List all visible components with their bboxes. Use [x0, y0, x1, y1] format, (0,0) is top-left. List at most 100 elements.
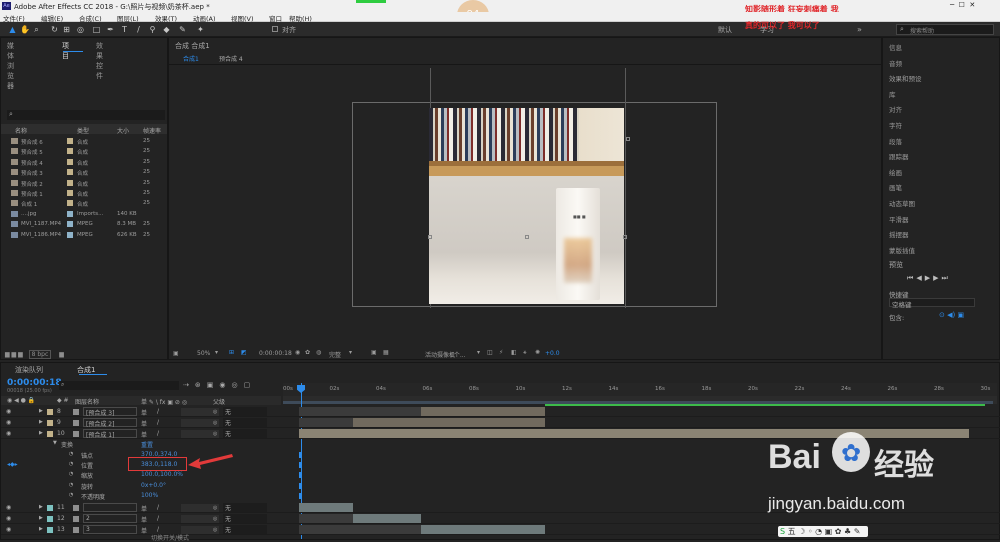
- first-frame-icon[interactable]: ⏮: [907, 274, 916, 282]
- layer-name[interactable]: [预合成 3]: [83, 407, 137, 417]
- quality-switch-icon[interactable]: /: [157, 430, 159, 437]
- frame-blend-icon[interactable]: ◉: [219, 381, 231, 389]
- right-panel-item-10[interactable]: 动态草图: [889, 198, 915, 208]
- stopwatch-icon[interactable]: ◔: [69, 461, 73, 467]
- layer-name[interactable]: [预合成 1]: [83, 429, 137, 439]
- clone-tool-icon[interactable]: ⚲: [148, 25, 157, 34]
- expand-icon[interactable]: ▶: [39, 526, 43, 532]
- eye-icon[interactable]: ◉: [6, 515, 11, 522]
- photo-layer[interactable]: ■■ ■: [429, 108, 624, 304]
- timeline-layer-row[interactable]: ◉ ▶ 8 [预合成 3] 单 / ◎ 无: [1, 407, 1000, 417]
- layer-duration-bar[interactable]: [353, 418, 545, 427]
- magnifier-icon[interactable]: ▣: [173, 350, 179, 357]
- layer-duration-bar[interactable]: [421, 407, 545, 416]
- graph-editor-icon[interactable]: ▢: [244, 381, 257, 389]
- eye-icon[interactable]: ◉: [6, 504, 11, 511]
- project-tab-2[interactable]: 效果控件: [96, 41, 103, 81]
- collapse-switch-icon[interactable]: 单: [141, 526, 147, 535]
- label-swatch[interactable]: [47, 420, 53, 426]
- last-frame-icon[interactable]: ⏭: [941, 274, 950, 282]
- project-item[interactable]: 预合成 6 合成 25: [1, 136, 167, 146]
- col-name[interactable]: 名称: [15, 126, 27, 135]
- label-swatch[interactable]: [67, 221, 73, 228]
- play-icon[interactable]: ▶: [925, 274, 933, 282]
- collapse-switch-icon[interactable]: 单: [141, 419, 147, 428]
- pickwhip-icon[interactable]: ◎: [213, 420, 217, 426]
- pickwhip-icon[interactable]: ◎: [213, 527, 217, 533]
- label-swatch[interactable]: [67, 169, 73, 176]
- label-swatch[interactable]: [67, 138, 73, 144]
- toggle-switches-modes[interactable]: 切换开关/模式: [151, 533, 189, 542]
- mask-tool-icon[interactable]: □: [92, 25, 101, 34]
- eye-icon[interactable]: ◉: [6, 526, 11, 533]
- label-swatch[interactable]: [67, 190, 73, 196]
- layer-name[interactable]: [83, 503, 137, 512]
- handle-ml[interactable]: [428, 235, 432, 239]
- expand-icon[interactable]: ▶: [39, 430, 43, 436]
- dropdown-icon[interactable]: ▾: [215, 349, 218, 356]
- pickwhip-icon[interactable]: ◎: [213, 409, 217, 415]
- audio-icon[interactable]: ◀): [947, 311, 955, 319]
- new-folder-icon[interactable]: ▆: [5, 351, 10, 358]
- property-value[interactable]: 100.0,100.0%: [141, 471, 183, 478]
- roi-icon[interactable]: ▣: [371, 349, 377, 356]
- anchor-point[interactable]: [525, 235, 529, 239]
- time-display[interactable]: 0:00:00:18: [259, 350, 292, 357]
- right-panel-item-1[interactable]: 音频: [889, 58, 902, 68]
- collapse-switch-icon[interactable]: 单: [141, 408, 147, 417]
- project-item[interactable]: 预合成 1 合成 25: [1, 188, 167, 198]
- label-swatch[interactable]: [67, 179, 73, 186]
- work-area[interactable]: [283, 396, 997, 404]
- comp-flow-icon[interactable]: ⇢: [183, 381, 195, 389]
- exposure-icon[interactable]: ✺: [535, 349, 540, 356]
- timecode[interactable]: 0:00:00:18: [7, 378, 62, 388]
- hand-tool-icon[interactable]: ✋: [20, 25, 30, 34]
- project-item[interactable]: 预合成 5 合成 25: [1, 146, 167, 156]
- views-select[interactable]: 1个...: [450, 350, 466, 359]
- rotate-tool-icon[interactable]: ↻: [50, 25, 59, 34]
- right-panel-item-0[interactable]: 信息: [889, 42, 902, 52]
- roto-tool-icon[interactable]: ✎: [178, 25, 187, 34]
- label-swatch[interactable]: [47, 516, 53, 522]
- overlay-icon[interactable]: ▣: [957, 311, 964, 319]
- timeline-layer-row[interactable]: ◉ ▶ 12 2 单 / ◎ 无: [1, 514, 1000, 524]
- eye-icon[interactable]: ◉: [6, 419, 11, 426]
- workspace-menu-icon[interactable]: »: [857, 25, 862, 34]
- label-swatch[interactable]: [67, 200, 73, 207]
- label-swatch[interactable]: [47, 431, 53, 437]
- collapse-switch-icon[interactable]: 单: [141, 504, 147, 513]
- draft-3d-icon[interactable]: ⊛: [195, 381, 207, 389]
- tab-render-queue[interactable]: 渲染队列: [15, 365, 43, 375]
- parent-select[interactable]: 无: [223, 407, 267, 416]
- new-comp-icon[interactable]: ▆: [12, 351, 17, 358]
- pickwhip-icon[interactable]: ◎: [213, 516, 217, 522]
- pickwhip-icon[interactable]: ◎: [213, 431, 217, 437]
- zoom-tool-icon[interactable]: ⌕: [32, 25, 41, 34]
- project-item[interactable]: 预合成 2 合成 25: [1, 178, 167, 188]
- snapshot-icon[interactable]: ◉: [295, 349, 300, 356]
- workspace-default[interactable]: 默认: [718, 25, 732, 35]
- stopwatch-icon[interactable]: ◔: [69, 471, 73, 477]
- maximize-icon[interactable]: ☐: [959, 1, 965, 9]
- toggle-pixel-icon[interactable]: ◫: [487, 349, 493, 356]
- col-fps[interactable]: 帧速率: [143, 126, 161, 135]
- stopwatch-icon[interactable]: ◔: [69, 492, 73, 498]
- handle-mr[interactable]: [623, 235, 627, 239]
- parent-select[interactable]: 无: [223, 418, 267, 427]
- collapse-switch-icon[interactable]: 单: [141, 515, 147, 524]
- ime-logo-icon[interactable]: S: [780, 527, 785, 536]
- layer-search[interactable]: ⌕: [59, 381, 179, 390]
- comp-tab[interactable]: 合成 合成1: [175, 41, 210, 51]
- breadcrumb-comp1[interactable]: 合成1: [183, 54, 199, 63]
- transparency-grid-icon[interactable]: ▦: [383, 349, 389, 356]
- minimize-icon[interactable]: ─: [950, 1, 954, 9]
- project-item[interactable]: 预合成 3 合成 25: [1, 167, 167, 177]
- puppet-tool-icon[interactable]: ✦: [196, 25, 205, 34]
- quality-switch-icon[interactable]: /: [157, 504, 159, 511]
- right-panel-item-6[interactable]: 段落: [889, 136, 902, 146]
- right-panel-item-2[interactable]: 效果和预设: [889, 73, 922, 83]
- right-panel-item-8[interactable]: 绘画: [889, 167, 902, 177]
- settings-icon[interactable]: ▆: [18, 351, 23, 358]
- camera-tool-icon[interactable]: ⊞: [62, 25, 71, 34]
- pickwhip-icon[interactable]: ◎: [213, 505, 217, 511]
